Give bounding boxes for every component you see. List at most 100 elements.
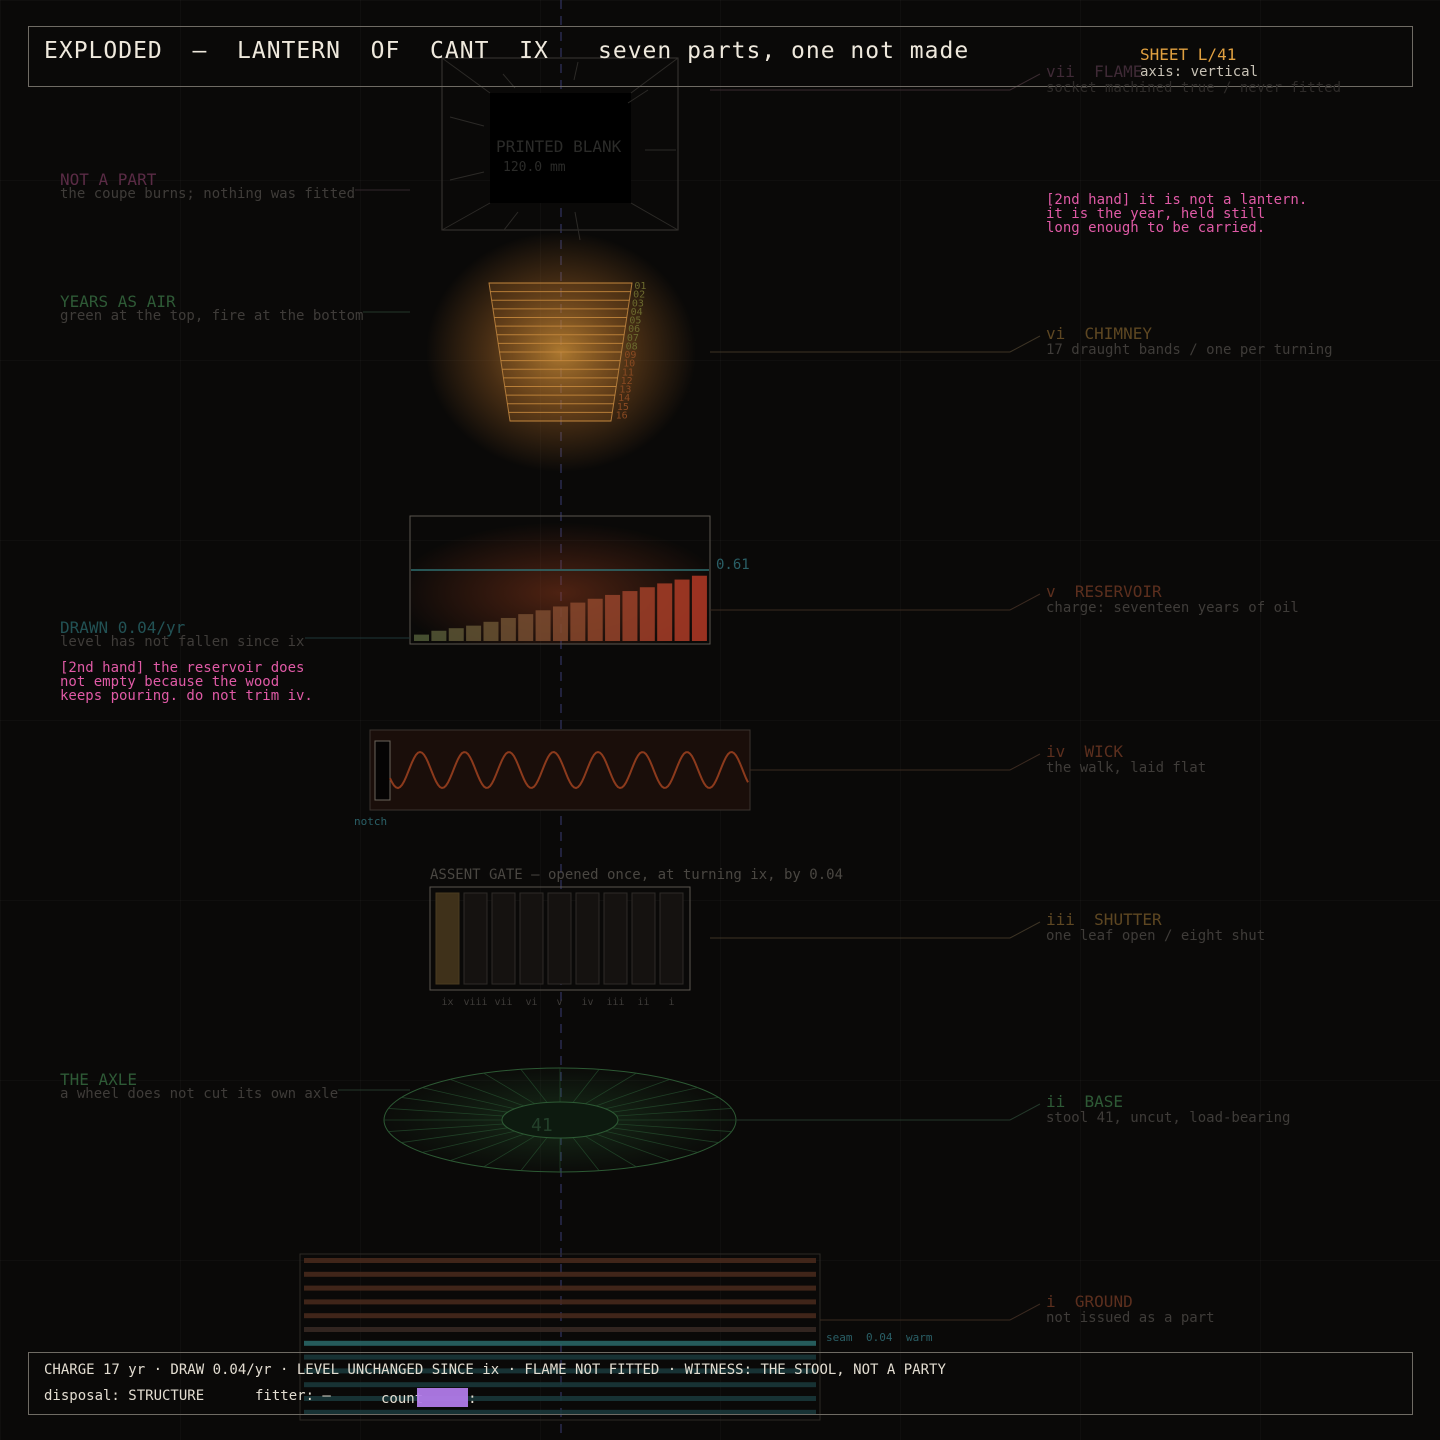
gate-leaf-label: ii — [637, 997, 649, 1008]
reservoir-bar — [657, 583, 673, 641]
gate-leaf-label: iv — [581, 997, 593, 1008]
base-label: ii BASE — [1046, 1092, 1123, 1111]
reservoir-bar — [466, 625, 482, 641]
right-leaders — [710, 73, 1041, 1321]
footer-fitter: fitter: — — [255, 1388, 331, 1404]
chimney-label: vi CHIMNEY — [1046, 324, 1152, 343]
drawn-desc: level has not fallen since ix — [60, 634, 305, 650]
seam-left: seam — [826, 1331, 853, 1344]
ground-desc: not issued as a part — [1046, 1310, 1215, 1326]
years-as-air-desc: green at the top, fire at the bottom — [60, 308, 364, 324]
seam-right: warm — [906, 1331, 933, 1344]
reservoir-num: v — [1046, 582, 1056, 601]
reservoir-bar — [552, 606, 568, 641]
base-num: ii — [1046, 1092, 1066, 1111]
gate-leaf — [519, 892, 544, 985]
ground-num: i — [1046, 1292, 1056, 1311]
chimney-bands — [488, 282, 633, 422]
wick-label: iv WICK — [1046, 742, 1123, 761]
wick-notch — [374, 740, 391, 801]
base-desc: stool 41, uncut, load-bearing — [1046, 1110, 1291, 1126]
gate-leaf — [575, 892, 600, 985]
ground-stratum — [304, 1299, 816, 1305]
reservoir-bar — [605, 594, 621, 641]
ground-stratum — [304, 1340, 816, 1346]
reservoir-level-value: 0.61 — [716, 557, 750, 573]
shutter-desc: one leaf open / eight shut — [1046, 928, 1266, 944]
ground-stratum — [304, 1271, 816, 1277]
not-a-part-desc: the coupe burns; nothing was fitted — [60, 186, 356, 202]
reservoir-bar — [414, 634, 429, 641]
seam-value: 0.04 — [866, 1331, 893, 1344]
ground-stratum — [304, 1285, 816, 1291]
shutter-name: SHUTTER — [1094, 910, 1162, 929]
wick-name: WICK — [1084, 742, 1124, 761]
axle-desc: a wheel does not cut its own axle — [60, 1086, 339, 1102]
gate-leaf-label: vii — [494, 997, 512, 1008]
ground-stratum — [304, 1313, 816, 1319]
gate-leaf — [547, 892, 572, 985]
flame-name: FLAME — [1094, 62, 1143, 81]
gate-leaf-label: v — [556, 997, 562, 1008]
ground-stratum — [304, 1327, 816, 1332]
chimney-band-number: 16 — [616, 410, 628, 421]
wick-notch-label: notch — [354, 815, 387, 828]
shutter-num: iii — [1046, 910, 1075, 929]
footer-count: count: — [381, 1388, 477, 1407]
reservoir-bar — [500, 617, 516, 641]
flame-label: vii FLAME — [1046, 62, 1142, 81]
axis-note: axis: vertical — [1140, 64, 1259, 80]
flame-num: vii — [1046, 62, 1075, 81]
reservoir-bar — [622, 591, 638, 641]
reservoir-bar — [570, 602, 586, 641]
sheet-subtitle: seven parts, one not made — [598, 38, 970, 64]
reservoir-bar — [691, 575, 707, 641]
wick-frame — [369, 729, 751, 811]
gate-title: ASSENT GATE — opened once, at turning ix… — [430, 867, 843, 883]
reservoir-bar — [639, 587, 655, 641]
gate-leaf — [659, 892, 684, 985]
gate-leaf-label: vi — [525, 997, 537, 1008]
count-redaction — [417, 1388, 469, 1407]
reservoir-name: RESERVOIR — [1074, 582, 1162, 601]
gate-leaf — [435, 892, 460, 985]
ground-label: i GROUND — [1046, 1292, 1133, 1311]
second-hand-lantern: [2nd hand] it is not a lantern. it is the… — [1046, 192, 1308, 236]
chimney-name: CHIMNEY — [1084, 324, 1152, 343]
reservoir-bar — [518, 614, 534, 641]
count-colon: : — [468, 1391, 477, 1407]
gate-leaf-label: iii — [606, 997, 624, 1008]
reservoir-bar — [483, 621, 499, 641]
gate-leaf — [631, 892, 656, 985]
gate-leaves: ix viii vii vi v iv iii ii i — [435, 892, 684, 1008]
gate-leaf — [491, 892, 516, 985]
base-wheel — [383, 1067, 737, 1173]
wick-desc: the walk, laid flat — [1046, 760, 1207, 776]
gate-leaf — [603, 892, 628, 985]
shutter-label: iii SHUTTER — [1046, 910, 1162, 929]
printed-blank-label: PRINTED BLANK — [496, 137, 622, 156]
reservoir-bar — [448, 628, 464, 641]
reservoir-bar — [535, 610, 551, 641]
chimney-desc: 17 draught bands / one per turning — [1046, 342, 1333, 358]
gate-leaf — [463, 892, 488, 985]
sheet-number: SHEET L/41 — [1140, 45, 1237, 64]
left-leaders — [305, 189, 410, 1091]
footer-disposal: disposal: STRUCTURE — [44, 1388, 205, 1404]
gate-leaf-label: viii — [463, 997, 487, 1008]
gate-leaf-label: i — [668, 997, 674, 1008]
footer-summary: CHARGE 17 yr · DRAW 0.04/yr · LEVEL UNCH… — [44, 1362, 946, 1378]
wick-num: iv — [1046, 742, 1066, 761]
base-number: 41 — [531, 1115, 553, 1136]
reservoir-bar — [587, 598, 603, 641]
second-hand-reservoir: [2nd hand] the reservoir does not empty b… — [60, 660, 313, 704]
reservoir-label: v RESERVOIR — [1046, 582, 1162, 601]
printed-blank-size: 120.0 mm — [503, 160, 566, 175]
flame-desc: socket machined true / never fitted — [1046, 80, 1342, 96]
chimney-num: vi — [1046, 324, 1066, 343]
reservoir-bar — [431, 630, 447, 641]
gate-leaf-label: ix — [441, 997, 453, 1008]
reservoir-bar — [674, 579, 690, 641]
reservoir-desc: charge: seventeen years of oil — [1046, 600, 1299, 616]
sheet-title: EXPLODED — LANTERN OF CANT IX — [44, 38, 549, 64]
